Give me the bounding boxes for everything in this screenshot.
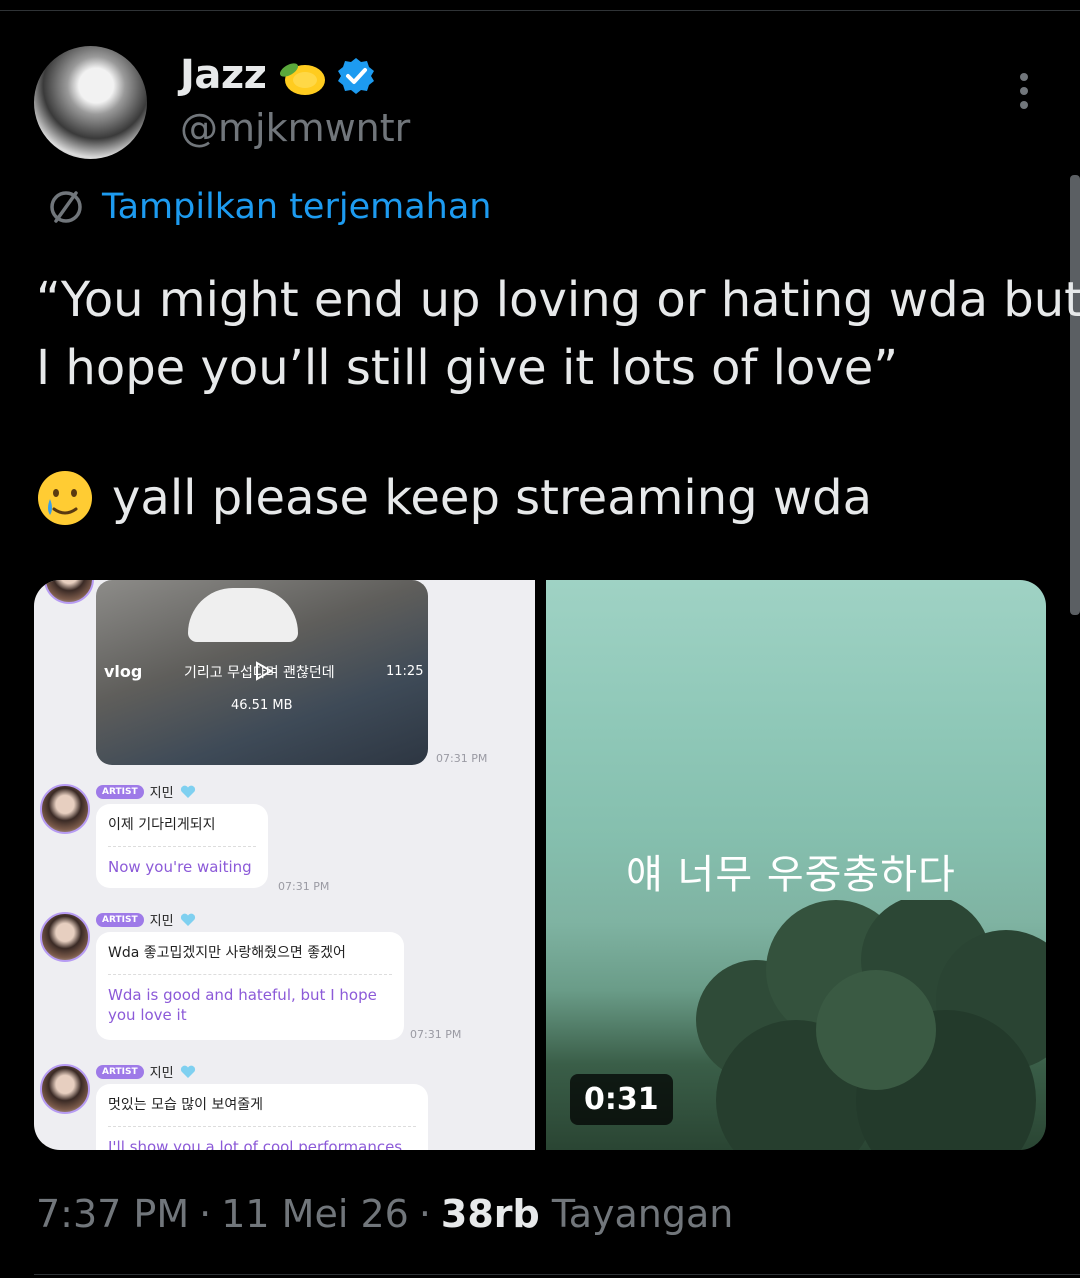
video-size: 46.51 MB (231, 698, 293, 713)
video-korean-caption: 얘 너무 우중충하다 (626, 852, 956, 898)
tweet-line-3-text: yall please keep streaming wda (112, 470, 873, 526)
artist-badge: ARTIST (96, 784, 144, 799)
message-translation: Wda is good and hateful, but I hope you … (108, 986, 377, 1024)
bottom-divider (34, 1274, 1080, 1275)
video-message-thumbnail: vlog 기리고 무섭다며 괜찮던데 11:25 46.51 MB (96, 580, 428, 765)
message-translation: Now you're waiting (108, 858, 252, 876)
globe-icon (50, 191, 82, 223)
media-grid: vlog 기리고 무섭다며 괜찮던데 11:25 46.51 MB 07:31 … (34, 580, 1046, 1150)
vlog-label: vlog (104, 662, 143, 681)
tweet-text: “You might end up loving or hating wda b… (36, 266, 1080, 402)
scrollbar[interactable] (1070, 175, 1080, 615)
top-divider (0, 10, 1080, 11)
translate-link[interactable]: Tampilkan terjemahan (46, 182, 491, 232)
tweet-time[interactable]: 7:37 PM (36, 1192, 189, 1236)
author-avatar[interactable] (34, 46, 147, 159)
artist-tag: ARTIST 지민 (96, 910, 196, 929)
artist-badge: ARTIST (96, 1064, 144, 1079)
artist-badge: ARTIST (96, 912, 144, 927)
message-time: 07:31 PM (410, 1028, 462, 1041)
cap-shape (188, 588, 298, 642)
view-count: 38rb (440, 1192, 540, 1236)
message-time: 07:31 PM (436, 752, 488, 765)
message-korean: 이제 기다리게되지 (108, 817, 216, 833)
chat-avatar (40, 784, 90, 834)
chat-avatar (40, 912, 90, 962)
tweet-date[interactable]: 11 Mei 26 (221, 1192, 409, 1236)
meta-separator: · (199, 1192, 212, 1236)
chat-bubble: 이제 기다리게되지 Now you're waiting (96, 804, 268, 888)
author-handle[interactable]: @mjkmwntr (180, 106, 410, 150)
tweet-line-2: I hope you’ll still give it lots of love… (36, 340, 899, 396)
play-icon (256, 661, 274, 681)
more-options-icon[interactable] (1008, 70, 1040, 114)
artist-tag: ARTIST 지민 (96, 1062, 196, 1081)
verified-badge-icon[interactable] (336, 56, 376, 96)
heart-icon (180, 785, 195, 798)
message-translation: I'll show you a lot of cool performances (108, 1138, 403, 1150)
view-count-label: Tayangan (551, 1192, 734, 1236)
meta-separator: · (418, 1192, 431, 1236)
heart-icon (180, 1065, 195, 1078)
lemon-icon (279, 63, 325, 95)
message-time: 07:31 PM (278, 880, 330, 893)
artist-name: 지민 (149, 914, 174, 929)
media-image-chat-screenshot[interactable]: vlog 기리고 무섭다며 괜찮던데 11:25 46.51 MB 07:31 … (34, 580, 535, 1150)
chat-bubble: 멋있는 모습 많이 보여줄게 I'll show you a lot of co… (96, 1084, 428, 1150)
artist-name: 지민 (149, 786, 174, 801)
smiling-face-with-tear-icon (38, 471, 92, 525)
chat-avatar-top (44, 580, 94, 604)
heart-icon (180, 913, 195, 926)
tweet-meta: 7:37 PM · 11 Mei 26 · 38rb Tayangan (36, 1192, 733, 1236)
message-korean: Wda 좋고밉겠지만 사랑해줬으면 좋겠어 (108, 945, 346, 961)
artist-tag: ARTIST 지민 (96, 782, 196, 801)
author-display-name[interactable]: Jazz (180, 52, 267, 98)
message-korean: 멋있는 모습 많이 보여줄게 (108, 1097, 264, 1113)
media-video-sky[interactable]: 얘 너무 우중충하다 0:31 (546, 580, 1046, 1150)
artist-name: 지민 (149, 1066, 174, 1081)
tweet-line-1: “You might end up loving or hating wda b… (36, 272, 1080, 328)
tweet-line-3: yall please keep streaming wda (36, 466, 872, 530)
tree-canopy (696, 900, 1046, 1150)
chat-bubble: Wda 좋고밉겠지만 사랑해줬으면 좋겠어 Wda is good and ha… (96, 932, 404, 1040)
translate-label: Tampilkan terjemahan (102, 187, 492, 227)
video-duration: 11:25 (386, 664, 424, 679)
chat-avatar (40, 1064, 90, 1114)
video-duration-badge: 0:31 (570, 1074, 673, 1125)
